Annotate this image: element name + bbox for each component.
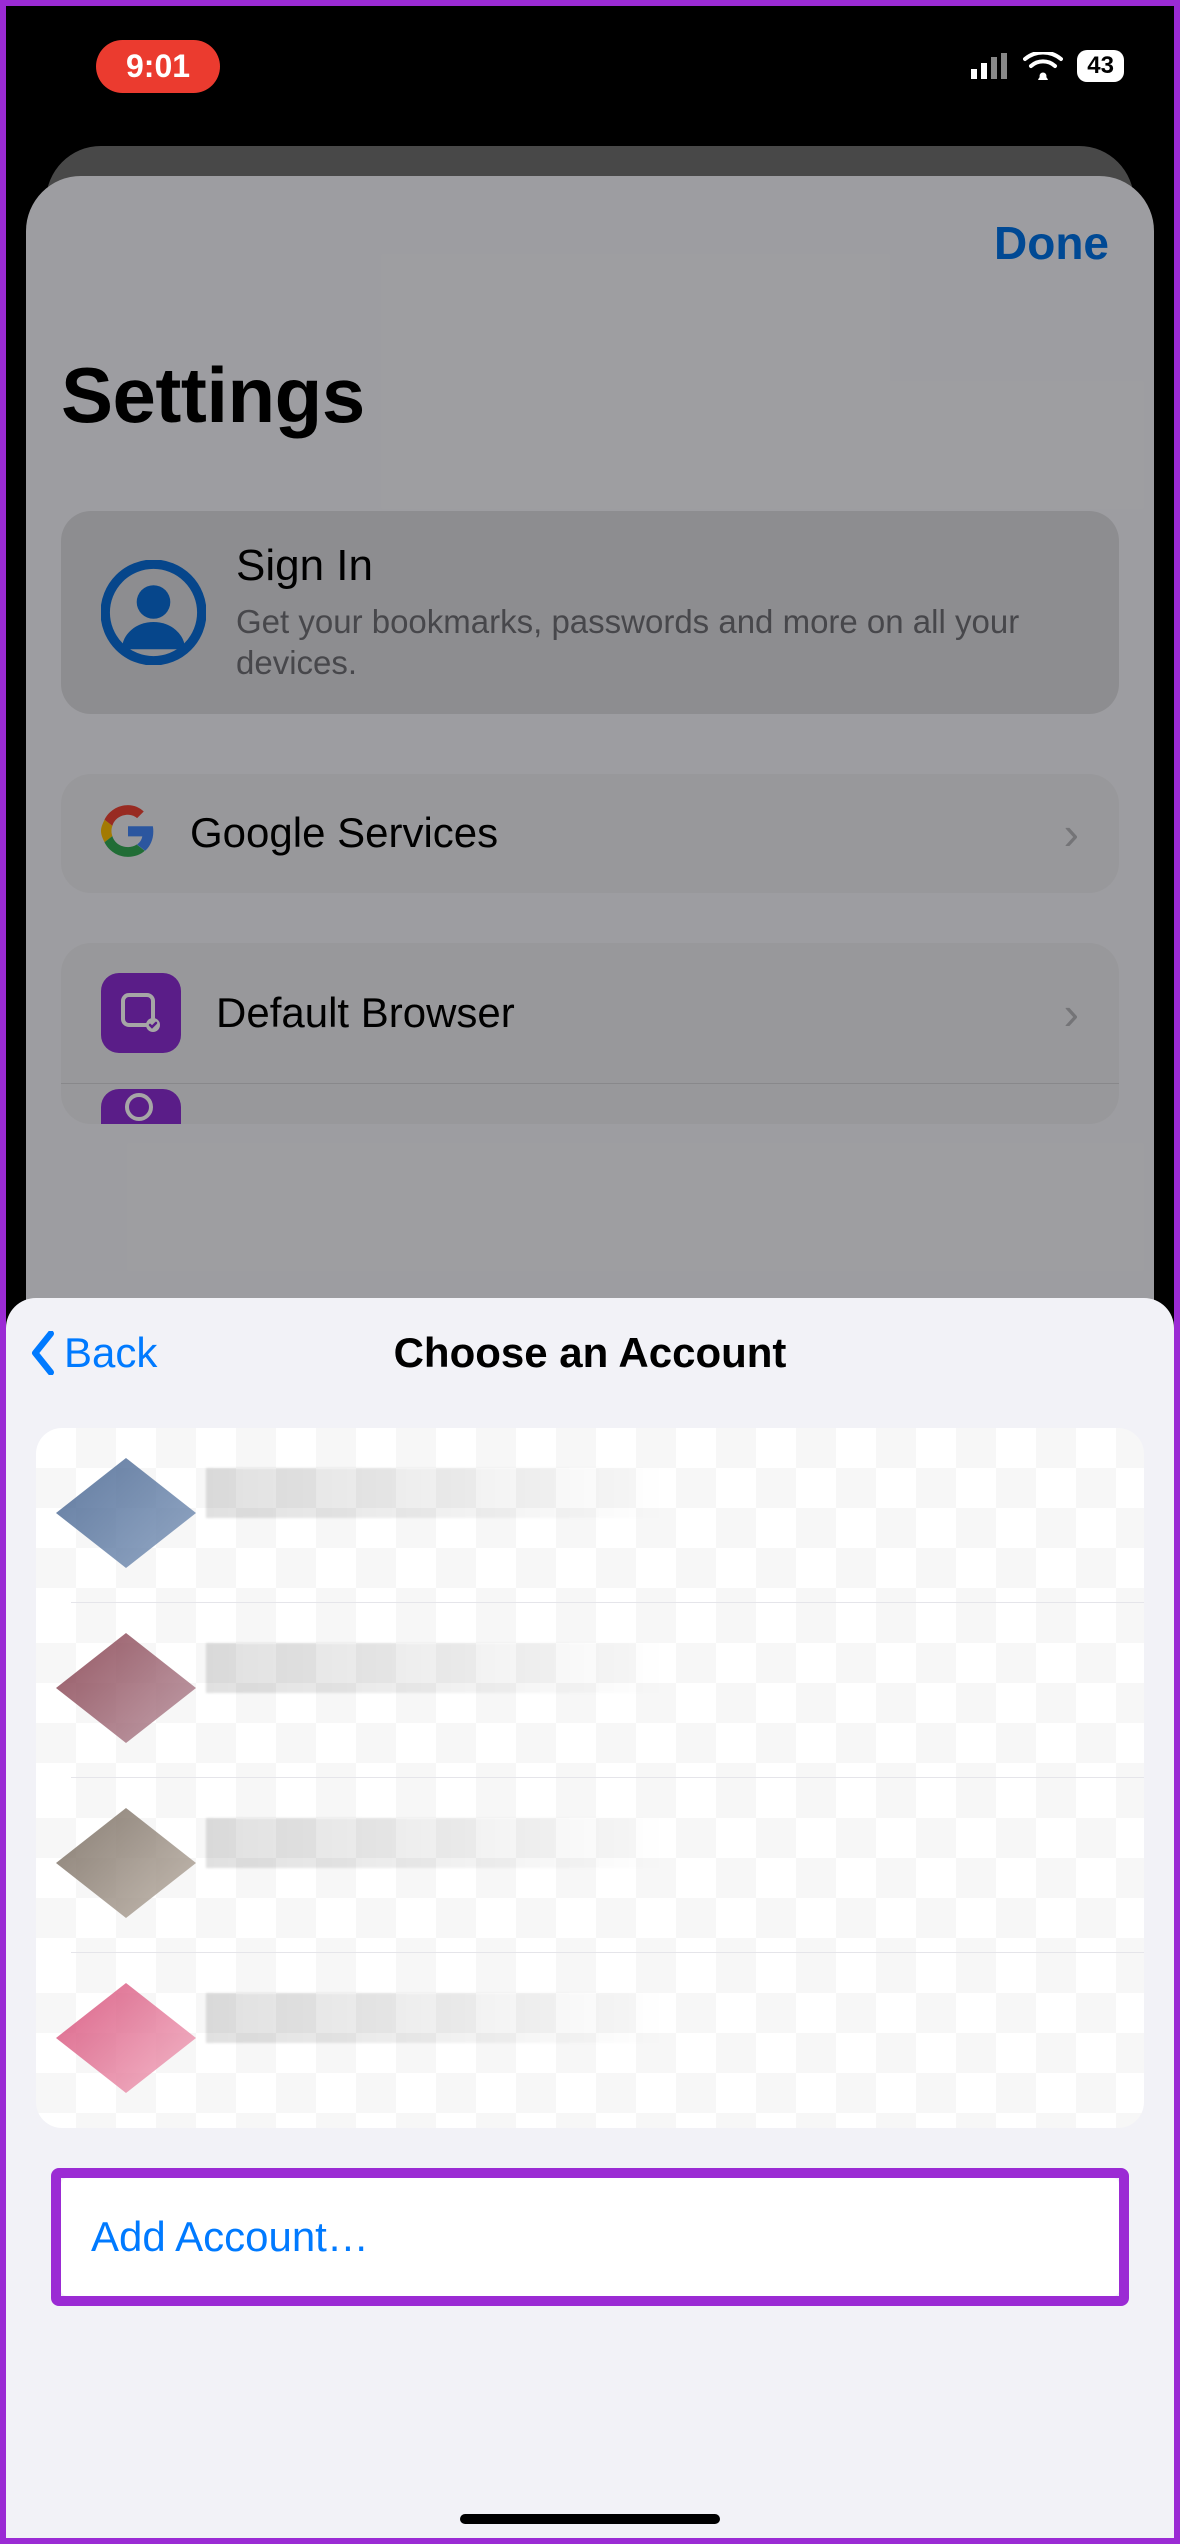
chevron-left-icon	[26, 1331, 60, 1375]
chevron-right-icon: ›	[1064, 986, 1079, 1040]
row-partial[interactable]	[61, 1084, 1119, 1124]
row-default-browser[interactable]: Default Browser ›	[61, 943, 1119, 1084]
modal-title: Choose an Account	[394, 1329, 787, 1377]
cellular-icon	[971, 53, 1009, 79]
add-account-highlight: Add Account…	[51, 2168, 1129, 2306]
account-row[interactable]	[36, 1953, 1144, 2128]
status-bar: 9:01 43	[6, 6, 1174, 126]
row-label: Google Services	[190, 809, 1029, 857]
battery-badge: 43	[1077, 50, 1124, 82]
account-row[interactable]	[36, 1428, 1144, 1603]
sign-in-card[interactable]: Sign In Get your bookmarks, passwords an…	[61, 511, 1119, 714]
account-row[interactable]	[36, 1603, 1144, 1778]
sign-in-subtitle: Get your bookmarks, passwords and more o…	[236, 601, 1079, 684]
accounts-list	[36, 1428, 1144, 2128]
back-label: Back	[64, 1329, 157, 1377]
default-browser-icon	[101, 973, 181, 1053]
chevron-right-icon: ›	[1064, 806, 1079, 860]
redacted-account	[36, 1428, 1144, 1603]
sign-in-title: Sign In	[236, 541, 1079, 591]
add-account-button[interactable]: Add Account…	[61, 2178, 1119, 2296]
recording-time-pill: 9:01	[96, 40, 220, 93]
search-engine-icon	[101, 1089, 181, 1124]
redacted-account	[36, 1953, 1144, 2128]
modal-header: Back Choose an Account	[6, 1298, 1174, 1408]
back-button[interactable]: Back	[26, 1298, 157, 1408]
row-label: Default Browser	[216, 989, 1029, 1037]
row-google-services[interactable]: Google Services ›	[61, 774, 1119, 893]
choose-account-modal: Back Choose an Account Add Account…	[6, 1298, 1174, 2538]
redacted-account	[36, 1778, 1144, 1953]
wifi-icon	[1023, 52, 1063, 80]
avatar-icon	[101, 560, 206, 665]
google-icon	[101, 804, 155, 863]
redacted-account	[36, 1603, 1144, 1778]
page-title: Settings	[61, 350, 1119, 441]
account-row[interactable]	[36, 1778, 1144, 1953]
home-indicator[interactable]	[460, 2514, 720, 2524]
done-button[interactable]: Done	[994, 216, 1109, 270]
status-icons: 43	[971, 50, 1124, 82]
